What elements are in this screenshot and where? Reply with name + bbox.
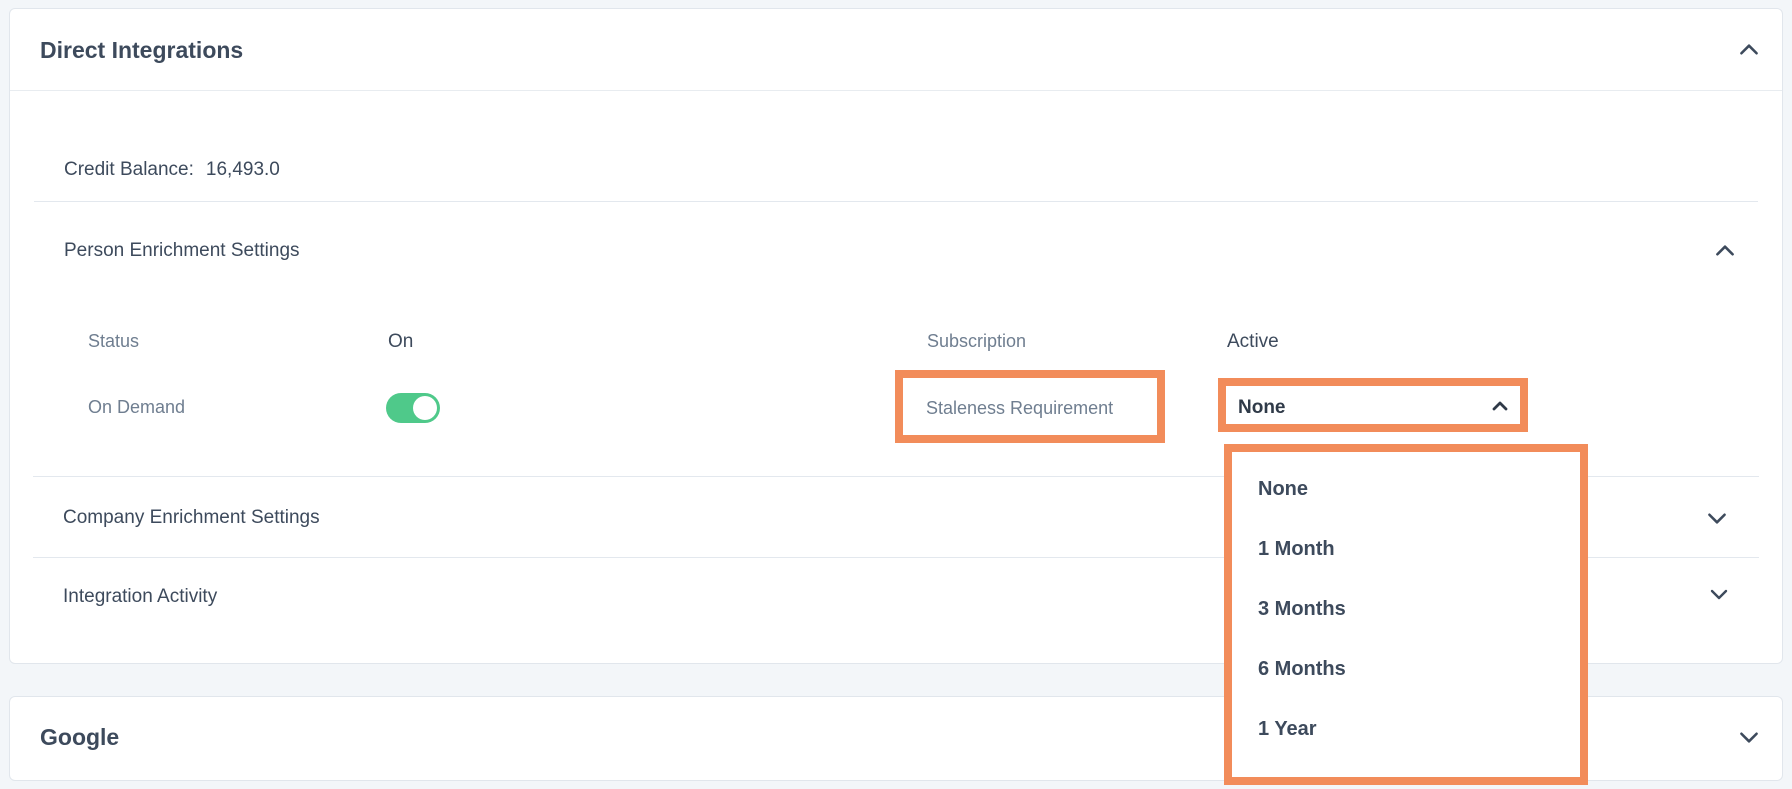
chevron-down-icon[interactable] (1707, 582, 1731, 606)
subscription-label: Subscription (927, 331, 1027, 351)
direct-integrations-header[interactable]: Direct Integrations (10, 9, 1782, 91)
menu-item-none[interactable]: None (1258, 478, 1308, 501)
chevron-down-icon[interactable] (1704, 505, 1730, 531)
status-value: On (388, 331, 414, 352)
toggle-knob (413, 396, 437, 420)
chevron-up-icon[interactable] (1736, 37, 1762, 63)
menu-item-6-months[interactable]: 6 Months (1258, 658, 1346, 681)
status-label: Status (88, 331, 140, 351)
google-title: Google (40, 724, 120, 750)
credit-balance-label: Credit Balance: (64, 159, 194, 180)
staleness-requirement-label: Staleness Requirement (926, 398, 1114, 418)
staleness-dropdown-menu: None 1 Month 3 Months 6 Months 1 Year (1232, 452, 1580, 777)
menu-item-3-months[interactable]: 3 Months (1258, 598, 1346, 621)
company-enrichment-title[interactable]: Company Enrichment Settings (63, 507, 320, 529)
subscription-value: Active (1227, 331, 1279, 352)
person-enrichment-title[interactable]: Person Enrichment Settings (64, 240, 300, 262)
credit-balance-value: 16,493.0 (205, 159, 280, 180)
staleness-select[interactable]: None (1226, 386, 1520, 424)
divider (34, 201, 1758, 202)
chevron-down-icon[interactable] (1736, 724, 1762, 750)
chevron-up-icon (1488, 394, 1512, 418)
on-demand-toggle[interactable] (386, 393, 440, 423)
menu-item-1-year[interactable]: 1 Year (1258, 718, 1317, 741)
integration-activity-title[interactable]: Integration Activity (63, 586, 217, 608)
menu-item-1-month[interactable]: 1 Month (1258, 538, 1335, 561)
chevron-up-icon[interactable] (1712, 238, 1738, 264)
on-demand-label: On Demand (88, 397, 186, 417)
direct-integrations-title: Direct Integrations (40, 37, 244, 63)
credit-balance: Credit Balance: 16,493.0 (64, 159, 280, 181)
staleness-select-value: None (1238, 397, 1286, 418)
